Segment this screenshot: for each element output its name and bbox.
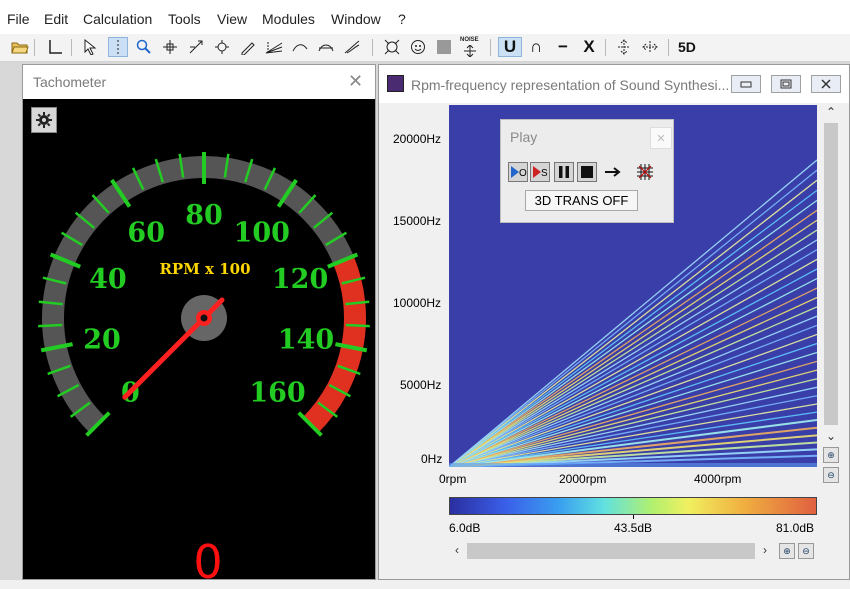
tachometer-gauge: 020406080100120140160RPM x 100: [38, 152, 370, 437]
gauge-tick: [345, 323, 370, 328]
axes-icon[interactable]: [45, 37, 65, 57]
play-synth-button[interactable]: S: [530, 162, 550, 182]
menu-modules[interactable]: Modules: [262, 11, 315, 27]
spectrogram-titlebar[interactable]: Rpm-frequency representation of Sound Sy…: [379, 65, 849, 103]
grid-cursor-icon[interactable]: [635, 162, 655, 182]
noise-icon[interactable]: NOISE: [460, 37, 480, 57]
y-tick-label: 0Hz: [421, 452, 443, 466]
gauge-scale-label: 20: [83, 324, 121, 355]
base-band: [449, 463, 817, 467]
zoom-out-icon[interactable]: ⊖: [823, 467, 839, 483]
open-folder-icon[interactable]: [10, 37, 30, 57]
menu-view[interactable]: View: [217, 11, 247, 27]
vertical-scroll-thumb[interactable]: [824, 123, 838, 425]
intersect-button[interactable]: ∩: [527, 37, 545, 57]
order-lines-icon[interactable]: [342, 37, 362, 57]
draw-icon[interactable]: [238, 37, 258, 57]
crosshair-icon[interactable]: [160, 37, 180, 57]
scroll-down-icon[interactable]: ⌄: [826, 429, 836, 443]
x-tick-label: 4000rpm: [694, 472, 742, 486]
menu-help[interactable]: ?: [398, 11, 406, 27]
needle-pin: [200, 314, 208, 322]
scroll-left-icon[interactable]: ‹: [455, 543, 459, 557]
marker-icon[interactable]: [212, 37, 232, 57]
close-icon[interactable]: ✕: [348, 71, 363, 92]
toolbar: NOISE U ∩ − X 5D: [0, 34, 850, 62]
gauge-scale-label: 80: [185, 200, 223, 231]
colorbar-label-min: 6.0dB: [449, 521, 481, 535]
scroll-right-icon[interactable]: ›: [763, 543, 767, 557]
zoom-in-icon[interactable]: ⊕: [779, 543, 795, 559]
gauge-scale-label: 60: [127, 218, 165, 249]
stop-button[interactable]: [577, 162, 597, 182]
pointer-icon[interactable]: [80, 37, 100, 57]
menu-file[interactable]: File: [7, 11, 30, 27]
union-button[interactable]: U: [498, 37, 522, 57]
menu-edit[interactable]: Edit: [44, 11, 68, 27]
close-icon[interactable]: ✕: [650, 127, 672, 149]
play-synth-label: S: [541, 168, 548, 179]
menu-calculation[interactable]: Calculation: [83, 11, 152, 27]
digital-rpm-readout: 0: [193, 535, 223, 589]
vertical-scrollbar[interactable]: ⌃ ⌄: [822, 105, 840, 445]
zoom-in-icon[interactable]: ⊕: [823, 447, 839, 463]
app-icon: [387, 75, 404, 92]
tachometer-window: Tachometer ✕ 0 20 4060 80 100 120 140 160 RPM x …: [22, 64, 376, 589]
maximize-icon[interactable]: [771, 75, 801, 93]
colorbar-label-max: 81.0dB: [776, 521, 815, 535]
gauge-tick: [38, 323, 63, 328]
menu-bar: File Edit Calculation Tools View Modules…: [0, 0, 850, 34]
pause-button[interactable]: [554, 162, 574, 182]
menu-tools[interactable]: Tools: [168, 11, 201, 27]
minimize-icon[interactable]: [731, 75, 761, 93]
vertical-move-icon[interactable]: [614, 37, 634, 57]
filter-icon[interactable]: [316, 37, 336, 57]
menu-window[interactable]: Window: [331, 11, 381, 27]
x-tick-label: 2000rpm: [559, 472, 607, 486]
expand-icon[interactable]: [382, 37, 402, 57]
arrow-right-icon[interactable]: [603, 162, 623, 182]
horizontal-scroll-thumb[interactable]: [467, 543, 755, 559]
y-tick-label: 10000Hz: [393, 296, 442, 310]
horizontal-move-icon[interactable]: [640, 37, 660, 57]
scroll-up-icon[interactable]: ⌃: [826, 105, 836, 119]
zoom-icon[interactable]: [134, 37, 154, 57]
play-original-button[interactable]: O: [508, 162, 528, 182]
gauge-scale-label: 140: [278, 324, 334, 355]
smiley-icon[interactable]: [408, 37, 428, 57]
gauge-scale-label: 100: [234, 218, 290, 249]
y-tick-label: 20000Hz: [393, 132, 442, 146]
y-tick-label: 5000Hz: [400, 378, 442, 392]
minus-button[interactable]: −: [553, 37, 573, 57]
3d-trans-button[interactable]: 3D TRANS OFF: [525, 190, 638, 211]
tachometer-titlebar[interactable]: Tachometer ✕: [23, 65, 375, 99]
play-original-label: O: [519, 168, 527, 179]
cursor-line-icon[interactable]: [108, 37, 128, 57]
gray-square-icon[interactable]: [434, 37, 454, 57]
measure-icon[interactable]: [186, 37, 206, 57]
tachometer-title: Tachometer: [33, 74, 107, 90]
close-icon[interactable]: [811, 75, 841, 93]
noise-label: NOISE: [460, 37, 479, 43]
curve-icon[interactable]: [290, 37, 310, 57]
spectrogram-title: Rpm-frequency representation of Sound Sy…: [411, 77, 730, 93]
play-dialog: Play ✕ O S 3D TRANS OFF: [500, 119, 674, 223]
gauge-scale-label: 40: [89, 264, 127, 295]
y-tick-label: 15000Hz: [393, 214, 442, 228]
zoom-out-icon[interactable]: ⊖: [798, 543, 814, 559]
colorbar-label-mid: 43.5dB: [614, 521, 653, 535]
5d-button[interactable]: 5D: [678, 37, 696, 57]
x-tick-label: 0rpm: [439, 472, 467, 486]
gauge-unit-label: RPM x 100: [159, 260, 250, 278]
cross-button[interactable]: X: [580, 37, 598, 57]
gauge-scale-label: 120: [272, 264, 328, 295]
harmonics-icon[interactable]: [264, 37, 284, 57]
colorbar: [449, 497, 817, 515]
gauge-scale-label: 160: [249, 378, 305, 409]
play-dialog-title: Play: [510, 129, 538, 145]
